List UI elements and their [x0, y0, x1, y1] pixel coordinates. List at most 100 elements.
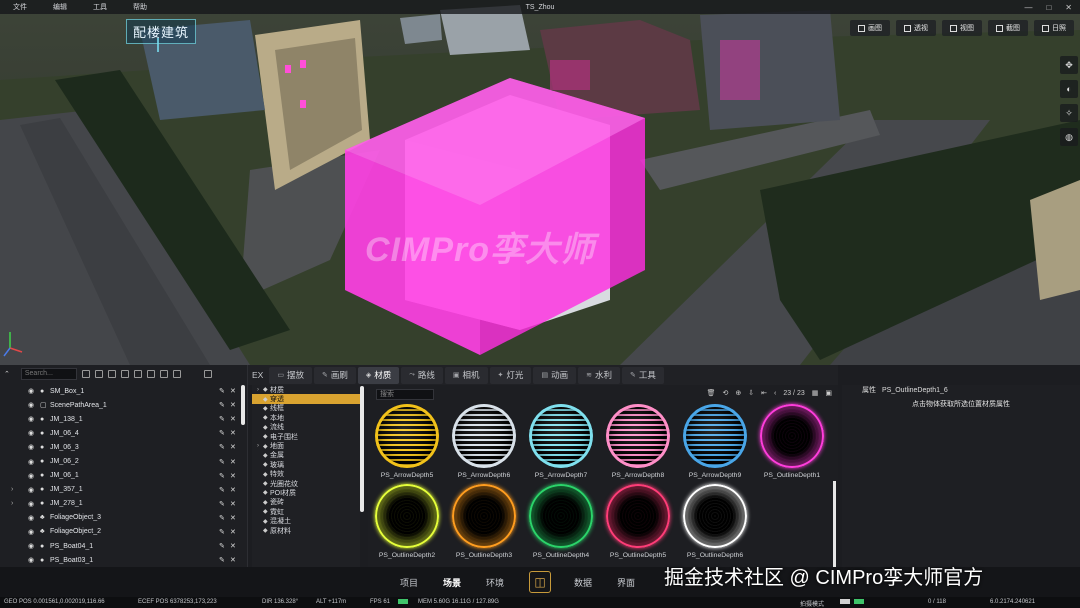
category-item[interactable]: ◆ POI材质: [252, 488, 360, 497]
box-icon[interactable]: [146, 370, 155, 378]
outliner-row[interactable]: ◉ ● JM_06_3 ✎ ✕: [0, 440, 240, 454]
outliner-row[interactable]: ◉ ● PS_Boat03_1 ✎ ✕: [0, 553, 240, 567]
category-item[interactable]: ◆ 本地: [252, 413, 360, 422]
large-grid-icon[interactable]: ▣: [825, 389, 832, 397]
outliner-row[interactable]: › ◉ ● JM_357_1 ✎ ✕: [0, 483, 240, 497]
viewport-tool-button[interactable]: 日照: [1034, 20, 1074, 36]
rename-icon[interactable]: ✎: [219, 542, 225, 550]
delete-icon[interactable]: ✕: [230, 556, 236, 564]
category-item[interactable]: ◆ 线框: [252, 404, 360, 413]
collapse-icon[interactable]: ⌃: [4, 370, 10, 378]
expand-arrow-icon[interactable]: ›: [257, 387, 259, 393]
category-item[interactable]: ◆ 金属: [252, 451, 360, 460]
delete-icon[interactable]: ✕: [230, 514, 236, 522]
material-card[interactable]: PS_OutlineDepth3: [450, 484, 518, 559]
viewport-tool-button[interactable]: 截图: [988, 20, 1028, 36]
visibility-eye-icon[interactable]: ◉: [28, 528, 34, 536]
category-item[interactable]: ◆ 瓷砖: [252, 498, 360, 507]
first-page-icon[interactable]: ⇤: [761, 389, 767, 397]
delete-icon[interactable]: ✕: [230, 387, 236, 395]
material-search-input[interactable]: 搜索: [376, 389, 434, 400]
delete-icon[interactable]: ✕: [230, 458, 236, 466]
rename-icon[interactable]: ✎: [219, 429, 225, 437]
delete-icon[interactable]: ✕: [230, 429, 236, 437]
3d-viewport[interactable]: 文件 编辑 工具 帮助 TS_Zhou — □ ✕ 配楼建筑 画图 透视 视图 截图 日…: [0, 0, 1080, 365]
menu-edit[interactable]: 编辑: [40, 2, 80, 12]
tab-item[interactable]: ▭ 摆放: [269, 366, 312, 384]
visibility-eye-icon[interactable]: ◉: [28, 443, 34, 451]
material-card[interactable]: PS_ArrowDepth9: [681, 404, 749, 479]
material-card[interactable]: PS_OutlineDepth4: [527, 484, 595, 559]
nav-data[interactable]: 数据: [574, 576, 592, 589]
outliner-row[interactable]: ◉ ● PS_Boat04_1 ✎ ✕: [0, 539, 240, 553]
category-item[interactable]: › ◆ 地面: [252, 441, 360, 450]
nav-scene[interactable]: 场景: [443, 576, 461, 589]
category-scrollbar[interactable]: [360, 386, 364, 512]
visibility-eye-icon[interactable]: ◉: [28, 415, 34, 423]
layers-icon[interactable]: [94, 370, 103, 378]
rename-icon[interactable]: ✎: [219, 472, 225, 480]
tab-item[interactable]: ≋ 水利: [578, 366, 620, 384]
outliner-row[interactable]: › ◉ ● JM_278_1 ✎ ✕: [0, 497, 240, 511]
menu-help[interactable]: 帮助: [120, 2, 160, 12]
nav-project[interactable]: 项目: [400, 576, 418, 589]
expand-arrow-icon[interactable]: ›: [11, 486, 13, 493]
material-card[interactable]: PS_ArrowDepth6: [450, 404, 518, 479]
rename-icon[interactable]: ✎: [219, 556, 225, 564]
expand-arrow-icon[interactable]: ›: [257, 443, 259, 449]
rename-icon[interactable]: ✎: [219, 443, 225, 451]
focus-icon[interactable]: [107, 370, 116, 378]
maximize-icon[interactable]: □: [1046, 3, 1051, 12]
tab-item[interactable]: ✎ 画刷: [313, 366, 356, 384]
visibility-eye-icon[interactable]: ◉: [28, 500, 34, 508]
delete-icon[interactable]: ✕: [230, 472, 236, 480]
category-item[interactable]: ◆ 电子围栏: [252, 432, 360, 441]
category-item[interactable]: ◆ 玻璃: [252, 460, 360, 469]
import-icon[interactable]: ⇩: [748, 389, 754, 397]
prev-page-icon[interactable]: ‹: [774, 390, 776, 397]
rename-icon[interactable]: ✎: [219, 458, 225, 466]
outliner-row[interactable]: ◉ ● SM_Box_1 ✎ ✕: [0, 384, 240, 398]
material-card[interactable]: PS_ArrowDepth8: [604, 404, 672, 479]
visibility-eye-icon[interactable]: ◉: [28, 458, 34, 466]
group-icon[interactable]: [120, 370, 129, 378]
outliner-scrollbar[interactable]: [241, 385, 245, 425]
nav-interface[interactable]: 界面: [617, 576, 635, 589]
visibility-eye-icon[interactable]: ◉: [28, 387, 34, 395]
delete-icon[interactable]: ✕: [230, 401, 236, 409]
outliner-row[interactable]: ◉ ● JM_138_1 ✎ ✕: [0, 412, 240, 426]
visibility-eye-icon[interactable]: ◉: [28, 556, 34, 564]
category-item[interactable]: ◆ 霓虹: [252, 507, 360, 516]
refresh-icon[interactable]: ⟲: [722, 389, 728, 397]
material-card[interactable]: PS_ArrowDepth7: [527, 404, 595, 479]
category-item[interactable]: › ◆ 材质: [252, 385, 360, 394]
category-item[interactable]: ◆ 穿透: [252, 394, 360, 404]
category-item[interactable]: ◆ 流线: [252, 423, 360, 432]
rename-icon[interactable]: ✎: [219, 514, 225, 522]
tab-item[interactable]: ▣ 相机: [444, 366, 488, 384]
delete-icon[interactable]: ✕: [230, 486, 236, 494]
tab-item[interactable]: ◈ 材质: [357, 366, 400, 384]
category-item[interactable]: ◆ 原材料: [252, 526, 360, 535]
list-view-icon[interactable]: [203, 370, 212, 378]
app-logo-icon[interactable]: ◫: [529, 571, 551, 593]
material-card[interactable]: PS_OutlineDepth5: [604, 484, 672, 559]
delete-icon[interactable]: ✕: [230, 443, 236, 451]
outliner-row[interactable]: ◉ ● JM_06_4 ✎ ✕: [0, 426, 240, 440]
category-item[interactable]: ◆ 混凝土: [252, 516, 360, 525]
visibility-eye-icon[interactable]: ◉: [28, 429, 34, 437]
rename-icon[interactable]: ✎: [219, 500, 225, 508]
material-card[interactable]: PS_OutlineDepth2: [373, 484, 441, 559]
delete-icon[interactable]: 🗑: [707, 389, 716, 397]
copy-icon[interactable]: [159, 370, 168, 378]
rename-icon[interactable]: ✎: [219, 486, 225, 494]
rename-icon[interactable]: ✎: [219, 387, 225, 395]
refresh-icon[interactable]: [81, 370, 90, 378]
delete-icon[interactable]: ✕: [230, 500, 236, 508]
tab-ex[interactable]: EX: [248, 367, 267, 384]
category-item[interactable]: ◆ 光圈花纹: [252, 479, 360, 488]
outliner-row[interactable]: ◉ ● JM_06_2 ✎ ✕: [0, 454, 240, 468]
building-label[interactable]: 配楼建筑: [126, 19, 197, 52]
tab-item[interactable]: ✎ 工具: [621, 366, 664, 384]
render-toggle-icon[interactable]: [838, 599, 866, 605]
